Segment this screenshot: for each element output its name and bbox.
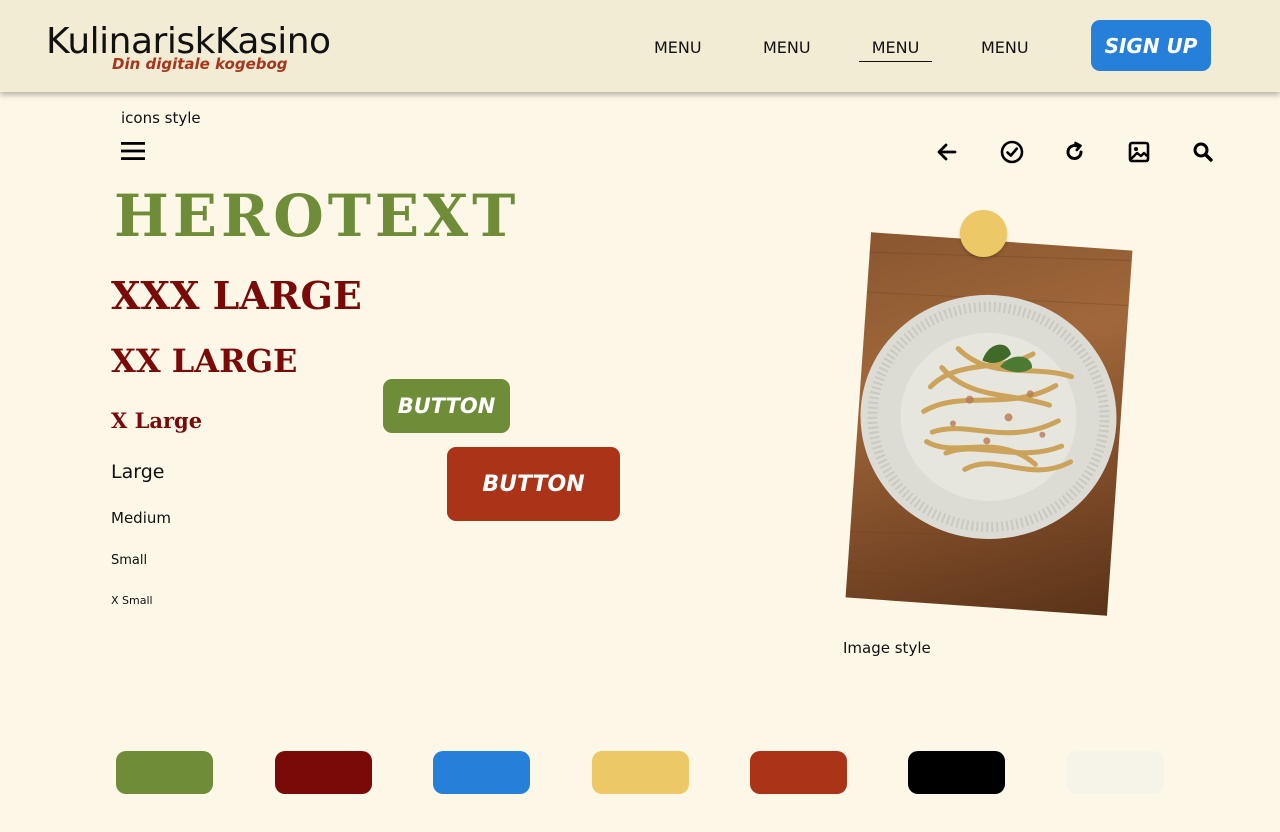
pin-decoration (960, 210, 1007, 257)
hamburger-menu-icon[interactable] (119, 137, 147, 165)
heading-xxx-large: XXX LARGE (111, 273, 362, 318)
pasta-photo (845, 232, 1133, 616)
color-swatch-green (116, 751, 213, 794)
color-swatch-cream (1067, 751, 1164, 794)
color-swatch-yellow (592, 751, 689, 794)
color-swatch-dark-red (275, 751, 372, 794)
sign-up-button[interactable]: SIGN UP (1091, 20, 1211, 71)
icons-section-label: icons style (121, 109, 201, 127)
arrow-left-icon[interactable] (933, 138, 961, 166)
site-header: KulinariskKasino Din digitale kogebog ME… (0, 0, 1280, 92)
color-swatch-blue (433, 751, 530, 794)
heading-xx-large: XX LARGE (111, 342, 298, 380)
heading-x-large: X Large (111, 408, 203, 433)
text-x-small: X Small (111, 594, 153, 607)
hero-text: HEROTEXT (114, 182, 520, 250)
text-large: Large (111, 461, 165, 483)
secondary-button[interactable]: BUTTON (447, 447, 620, 521)
text-medium: Medium (111, 509, 171, 527)
image-icon[interactable] (1125, 138, 1153, 166)
nav-item-4[interactable]: MENU (981, 38, 1029, 62)
color-swatch-black (908, 751, 1005, 794)
check-circle-icon[interactable] (998, 138, 1026, 166)
brand-tagline: Din digitale kogebog (112, 55, 288, 73)
primary-button[interactable]: BUTTON (383, 379, 510, 433)
nav-item-2[interactable]: MENU (763, 38, 811, 62)
refresh-icon[interactable] (1061, 138, 1089, 166)
text-small: Small (111, 553, 148, 568)
color-swatch-rust (750, 751, 847, 794)
nav-item-1[interactable]: MENU (654, 38, 702, 62)
image-section-label: Image style (843, 639, 931, 657)
search-icon[interactable] (1189, 138, 1217, 166)
nav-item-3[interactable]: MENU (859, 38, 932, 62)
